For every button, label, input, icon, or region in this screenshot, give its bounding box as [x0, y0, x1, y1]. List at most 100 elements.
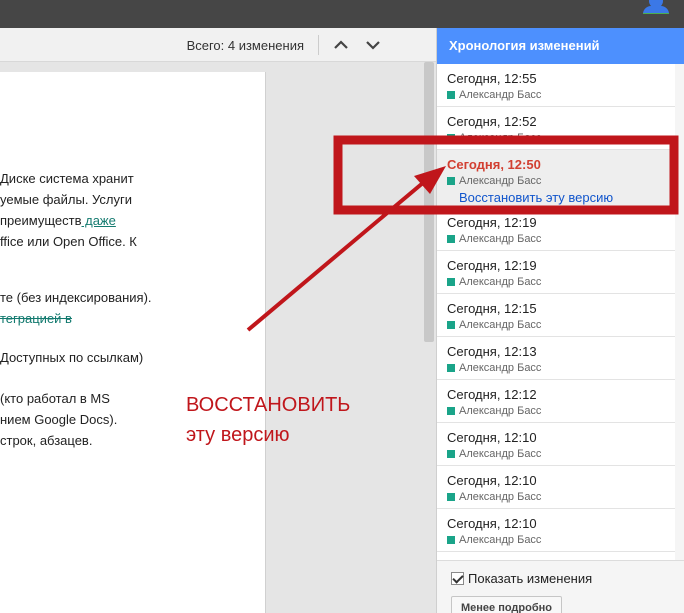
document-line: нием Google Docs).	[0, 412, 117, 427]
revision-date: Сегодня, 12:10	[447, 473, 537, 488]
revision-item[interactable]: Сегодня, 12:07Александр Басс	[437, 552, 675, 560]
next-change-button[interactable]	[362, 34, 384, 56]
author-color-swatch	[447, 235, 455, 243]
revision-toolbar: Всего: 4 изменения	[0, 28, 436, 62]
author-name: Александр Басс	[459, 319, 542, 331]
revision-author: Александр Басс	[447, 132, 675, 144]
inserted-text: даже	[81, 213, 116, 228]
author-color-swatch	[447, 134, 455, 142]
revision-date: Сегодня, 12:19	[447, 258, 537, 273]
author-name: Александр Басс	[459, 89, 542, 101]
revision-history-panel: Хронология изменений Сегодня, 12:55 Алекс…	[436, 28, 684, 613]
revision-item[interactable]: Сегодня, 12:10 Александр Басс	[437, 466, 675, 509]
document-text-run: ffice или Open Office. К	[0, 234, 137, 249]
author-color-swatch	[447, 364, 455, 372]
revision-item[interactable]: Сегодня, 12:19 Александр Басс	[437, 208, 675, 251]
author-color-swatch	[447, 278, 455, 286]
author-color-swatch	[447, 321, 455, 329]
revision-date: Сегодня, 12:13	[447, 344, 537, 359]
revision-author: Александр Басс	[447, 405, 675, 417]
document-page[interactable]: Диске система хранит уемые файлы. Услуги п…	[0, 72, 266, 613]
revision-item[interactable]: Сегодня, 12:12 Александр Басс	[437, 380, 675, 423]
document-line: (кто работал в MS	[0, 391, 110, 406]
document-line: Доступных по ссылкам)	[0, 350, 143, 365]
author-name: Александр Басс	[459, 175, 542, 187]
revision-date: Сегодня, 12:50	[447, 157, 541, 172]
revision-author: Александр Басс	[447, 175, 675, 187]
author-name: Александр Басс	[459, 132, 542, 144]
revision-item[interactable]: Сегодня, 12:13 Александр Басс	[437, 337, 675, 380]
restore-version-link[interactable]: Восстановить эту версию	[459, 190, 675, 205]
app-top-bar	[0, 0, 684, 28]
document-line: строк, абзацев.	[0, 433, 92, 448]
document-line: преимуществ даже	[0, 213, 116, 228]
checkbox-checked-icon	[451, 572, 464, 585]
document-text-run: Диске система хранит	[0, 171, 134, 186]
author-color-swatch	[447, 407, 455, 415]
revision-author: Александр Басс	[447, 534, 675, 546]
document-line: теграцией в	[0, 311, 72, 326]
author-name: Александр Басс	[459, 276, 542, 288]
panel-scrollbar[interactable]	[675, 64, 684, 560]
revision-author: Александр Басс	[447, 276, 675, 288]
annotation-text-line2: эту версию	[186, 424, 290, 446]
revision-author: Александр Басс	[447, 319, 675, 331]
author-color-swatch	[447, 177, 455, 185]
deleted-text: теграцией в	[0, 311, 72, 326]
revision-author: Александр Басс	[447, 233, 675, 245]
document-text-run: преимуществ	[0, 213, 82, 228]
revision-item-selected[interactable]: Сегодня, 12:50 Александр Басс Восстановить…	[437, 150, 675, 208]
avatar[interactable]	[643, 0, 669, 14]
revision-date: Сегодня, 12:55	[447, 71, 537, 86]
revision-item[interactable]: Сегодня, 12:55 Александр Басс	[437, 64, 675, 107]
toolbar-divider	[318, 35, 319, 55]
changes-count: Всего: 4 изменения	[186, 38, 304, 53]
document-line: уемые файлы. Услуги	[0, 192, 132, 207]
document-text-run: нием Google Docs).	[0, 412, 118, 427]
revision-author: Александр Басс	[447, 362, 675, 374]
revision-date: Сегодня, 12:15	[447, 301, 537, 316]
revision-date: Сегодня, 12:12	[447, 387, 537, 402]
document-scrollbar[interactable]	[424, 62, 434, 342]
author-color-swatch	[447, 91, 455, 99]
author-name: Александр Басс	[459, 405, 542, 417]
revision-item[interactable]: Сегодня, 12:15 Александр Басс	[437, 294, 675, 337]
revision-list: Сегодня, 12:55 Александр Басс Сегодня, 12:…	[437, 64, 675, 560]
show-changes-label: Показать изменения	[468, 571, 593, 586]
revision-date: Сегодня, 12:19	[447, 215, 537, 230]
annotation-text-line1: ВОССТАНОВИТЬ	[186, 394, 351, 416]
document-area: Диске система хранит уемые файлы. Услуги п…	[0, 62, 436, 613]
revision-date: Сегодня, 12:52	[447, 114, 537, 129]
author-color-swatch	[447, 493, 455, 501]
avatar-body	[643, 6, 669, 14]
author-name: Александр Басс	[459, 448, 542, 460]
chevron-down-icon	[366, 41, 380, 50]
author-name: Александр Басс	[459, 362, 542, 374]
document-text-run: (кто работал в MS	[0, 391, 110, 406]
author-name: Александр Басс	[459, 233, 542, 245]
show-changes-checkbox[interactable]: Показать изменения	[451, 571, 592, 586]
document-text-run: те (без индексирования).	[0, 290, 152, 305]
author-name: Александр Басс	[459, 534, 542, 546]
panel-title: Хронология изменений	[437, 28, 684, 64]
less-detail-button[interactable]: Менее подробно	[451, 596, 562, 613]
revision-author: Александр Басс	[447, 448, 675, 460]
document-text-run: уемые файлы. Услуги	[0, 192, 133, 207]
author-color-swatch	[447, 536, 455, 544]
revision-date: Сегодня, 12:10	[447, 516, 537, 531]
document-line: Диске система хранит	[0, 171, 134, 186]
revision-item[interactable]: Сегодня, 12:10 Александр Басс	[437, 423, 675, 466]
document-line: ffice или Open Office. К	[0, 234, 137, 249]
revision-date: Сегодня, 12:10	[447, 430, 537, 445]
chevron-up-icon	[334, 40, 348, 49]
revision-item[interactable]: Сегодня, 12:10 Александр Басс	[437, 509, 675, 552]
revision-item[interactable]: Сегодня, 12:52 Александр Басс	[437, 107, 675, 150]
document-text-run: Доступных по ссылкам)	[0, 350, 144, 365]
panel-footer: Показать изменения Менее подробно	[437, 560, 684, 613]
previous-change-button[interactable]	[330, 34, 352, 56]
author-color-swatch	[447, 450, 455, 458]
document-text-run: строк, абзацев.	[0, 433, 93, 448]
revision-author: Александр Басс	[447, 491, 675, 503]
revision-item[interactable]: Сегодня, 12:19 Александр Басс	[437, 251, 675, 294]
revision-author: Александр Басс	[447, 89, 675, 101]
